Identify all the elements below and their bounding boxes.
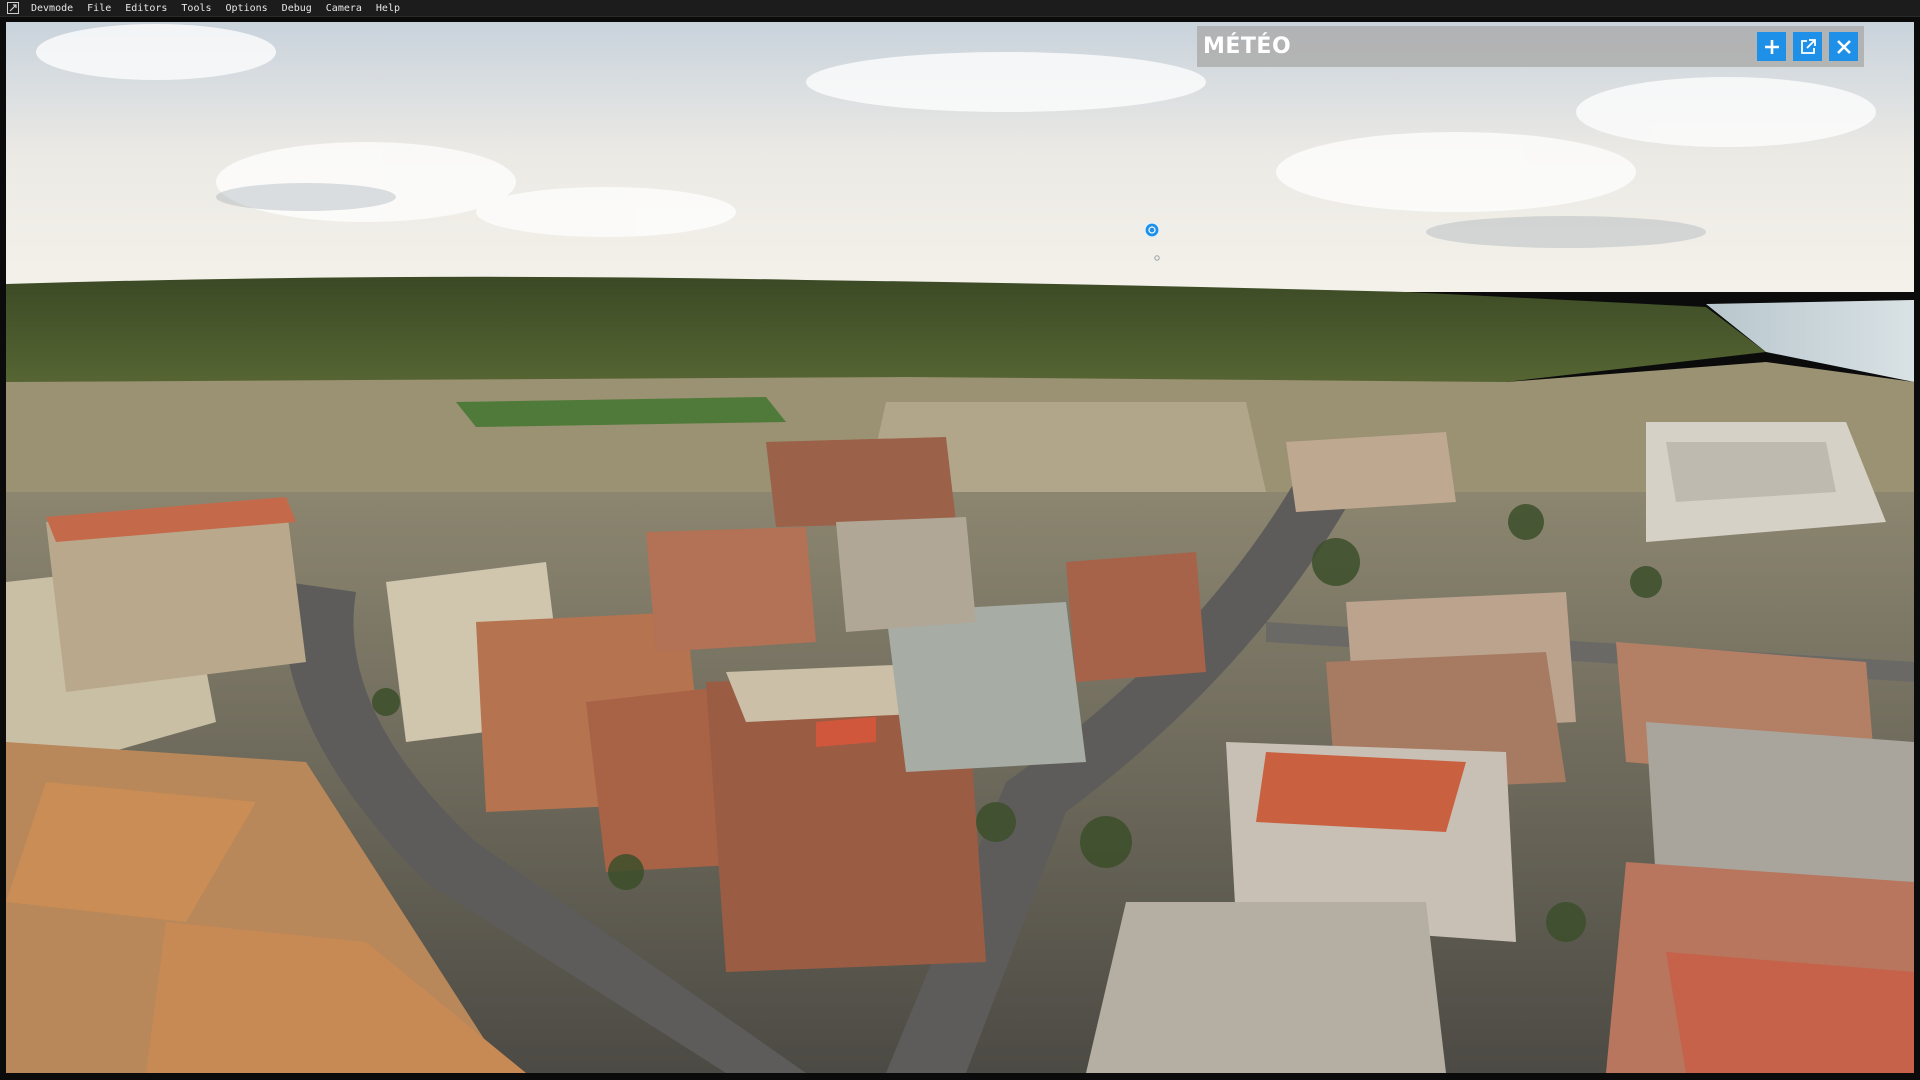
scenery-viewport[interactable] <box>6 22 1914 1073</box>
plus-icon <box>1764 39 1779 54</box>
meteo-add-button[interactable] <box>1757 32 1786 61</box>
menu-devmode[interactable]: Devmode <box>24 0 80 17</box>
devmode-logo-icon <box>6 2 19 15</box>
meteo-panel-title: MÉTÉO <box>1203 34 1292 59</box>
menu-camera[interactable]: Camera <box>319 0 369 17</box>
menu-file[interactable]: File <box>80 0 118 17</box>
menu-options[interactable]: Options <box>219 0 275 17</box>
external-link-icon <box>1800 38 1816 54</box>
waypoint-marker-icon[interactable] <box>1144 222 1160 238</box>
meteo-undock-button[interactable] <box>1793 32 1822 61</box>
meteo-panel: MÉTÉO <box>1197 26 1864 67</box>
aerial-city-scene <box>6 22 1914 1073</box>
devmode-menubar: Devmode File Editors Tools Options Debug… <box>0 0 1920 17</box>
meteo-close-button[interactable] <box>1829 32 1858 61</box>
close-icon <box>1836 39 1851 54</box>
waypoint-anchor-icon <box>1154 246 1160 261</box>
menu-help[interactable]: Help <box>369 0 407 17</box>
menu-debug[interactable]: Debug <box>275 0 319 17</box>
menu-tools[interactable]: Tools <box>174 0 218 17</box>
menu-editors[interactable]: Editors <box>118 0 174 17</box>
